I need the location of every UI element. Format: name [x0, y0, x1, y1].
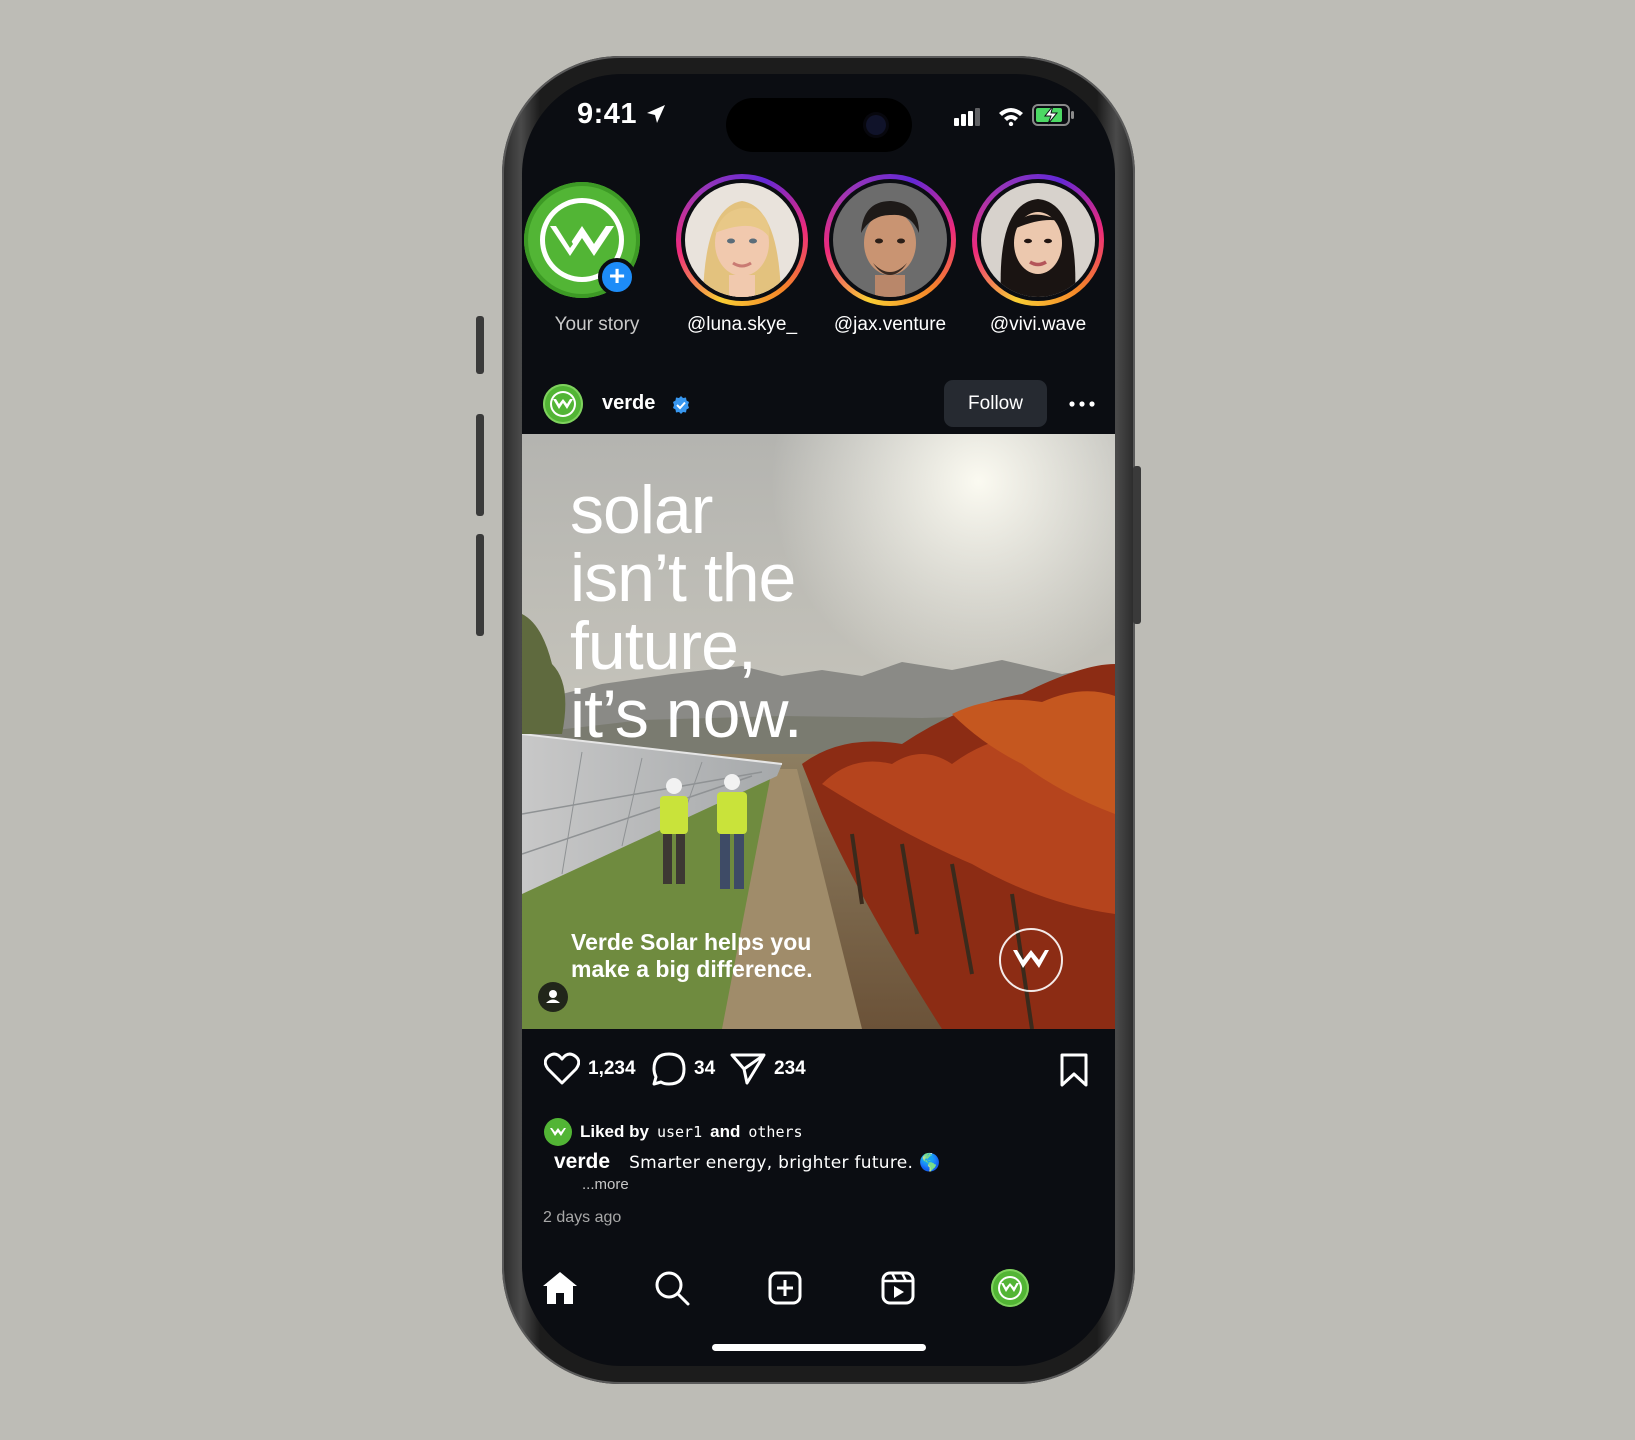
create-icon	[768, 1271, 802, 1305]
share-count: 234	[774, 1058, 806, 1079]
front-camera	[866, 115, 886, 135]
bottom-nav	[522, 1254, 1115, 1324]
story-ring	[676, 174, 808, 306]
headline-line: isn’t the	[570, 540, 796, 616]
post-actions: 1,234 34 234	[522, 1039, 1115, 1109]
post-caption: verde Smarter energy, brighter future. 🌎	[554, 1150, 940, 1174]
liked-by-prefix: Liked by	[580, 1122, 649, 1141]
verde-logo-icon	[550, 391, 576, 417]
liker-avatar	[544, 1118, 572, 1146]
story-label: @luna.skye_	[686, 314, 798, 335]
post-username[interactable]: verde	[602, 392, 655, 415]
post-author-avatar[interactable]	[543, 384, 583, 424]
heart-icon	[544, 1052, 580, 1085]
share-button[interactable]: 234	[730, 1049, 806, 1089]
caption-text: Smarter energy, brighter future. 🌎	[629, 1153, 941, 1173]
follow-button[interactable]: Follow	[944, 380, 1047, 427]
headline-line: it’s now.	[570, 676, 803, 752]
location-arrow-icon	[647, 105, 665, 123]
story-label: @vivi.wave	[989, 314, 1087, 335]
cellular-signal-icon	[954, 108, 980, 126]
reels-icon	[881, 1271, 915, 1305]
phone-screen: 9:41 + Your story @luna.skye_ @jax.ventu…	[522, 74, 1115, 1366]
liked-by[interactable]: Liked by user1 and others	[544, 1117, 811, 1147]
comment-icon	[652, 1052, 686, 1086]
liked-by-others[interactable]: others	[748, 1123, 802, 1141]
send-icon	[730, 1053, 766, 1085]
home-indicator[interactable]	[712, 1344, 926, 1351]
more-options-button[interactable]	[1062, 384, 1102, 424]
verde-watermark-logo	[999, 928, 1063, 992]
caption-more-link[interactable]: ...more	[582, 1176, 629, 1193]
nav-search[interactable]	[650, 1266, 694, 1310]
story-ring	[972, 174, 1104, 306]
headline-line: future,	[570, 608, 757, 684]
subheadline-line: Verde Solar helps you	[571, 929, 812, 955]
post-image[interactable]: solar isn’t the future, it’s now. Verde …	[522, 434, 1115, 1029]
nav-create[interactable]	[763, 1266, 807, 1310]
verde-logo-icon	[1013, 950, 1049, 968]
profile-avatar	[991, 1269, 1029, 1307]
battery-charging-icon	[1032, 104, 1074, 126]
post-timestamp: 2 days ago	[543, 1209, 622, 1226]
post-subheadline: Verde Solar helps you make a big differe…	[571, 929, 871, 983]
comment-count: 34	[694, 1058, 716, 1079]
story-ring	[824, 174, 956, 306]
dynamic-island	[726, 98, 912, 152]
bookmark-icon	[1060, 1053, 1088, 1087]
wifi-icon	[999, 108, 1023, 126]
home-icon	[543, 1272, 577, 1304]
stories-row: + Your story @luna.skye_ @jax.venture @v…	[522, 174, 1115, 374]
liked-by-user[interactable]: user1	[657, 1123, 702, 1141]
luna-avatar	[685, 183, 799, 297]
nav-reels[interactable]	[876, 1266, 920, 1310]
vivi-avatar	[981, 183, 1095, 297]
nav-profile[interactable]	[988, 1266, 1032, 1310]
person-icon	[546, 990, 560, 1003]
like-button[interactable]: 1,234	[544, 1049, 636, 1089]
comment-button[interactable]: 34	[652, 1049, 715, 1089]
status-time: 9:41	[577, 98, 638, 130]
subheadline-line: make a big difference.	[571, 956, 813, 982]
more-dots-icon	[1069, 401, 1095, 407]
add-story-button[interactable]: +	[598, 258, 636, 296]
post-headline: solar isn’t the future, it’s now.	[570, 472, 803, 752]
verde-logo-icon	[550, 1128, 566, 1136]
save-button[interactable]	[1059, 1053, 1089, 1092]
liked-by-and: and	[710, 1122, 741, 1141]
headline-line: solar	[570, 472, 713, 548]
tagged-users-button[interactable]	[538, 982, 568, 1012]
like-count: 1,234	[588, 1058, 636, 1079]
search-icon	[655, 1271, 690, 1306]
volume-down-button	[476, 534, 484, 636]
story-label: Your story	[554, 314, 640, 335]
volume-up-button	[476, 414, 484, 516]
verde-logo-icon	[998, 1276, 1022, 1300]
caption-username[interactable]: verde	[554, 1150, 610, 1173]
post-header: verde Follow	[522, 374, 1115, 434]
nav-home[interactable]	[538, 1266, 582, 1310]
power-button	[1133, 466, 1141, 624]
story-label: @jax.venture	[833, 314, 947, 335]
jax-avatar	[833, 183, 947, 297]
verified-badge-icon	[673, 396, 689, 414]
action-button	[476, 316, 484, 374]
